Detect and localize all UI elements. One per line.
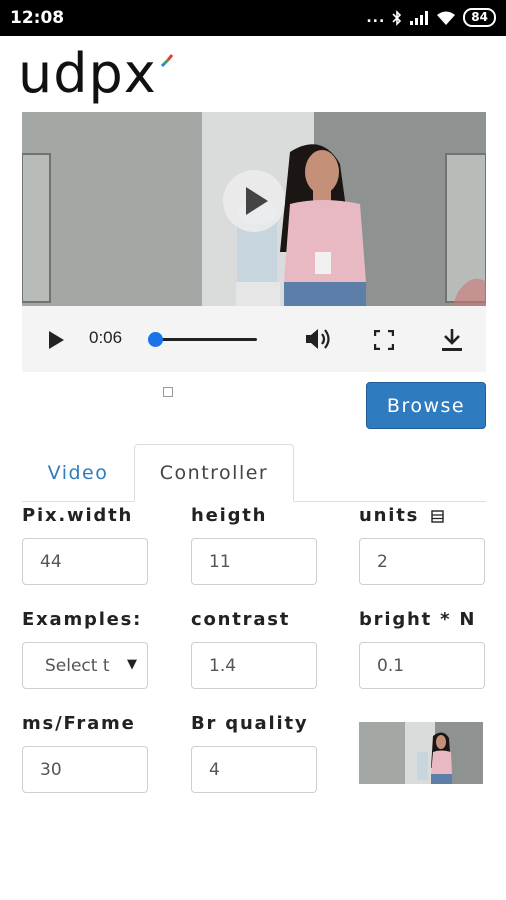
wifi-icon: [437, 11, 456, 25]
heigth-input[interactable]: 11: [191, 538, 317, 585]
examples-select[interactable]: Select t ▼: [22, 642, 148, 689]
contrast-label: contrast: [191, 609, 291, 630]
bright-label: bright * N: [359, 609, 477, 630]
status-time: 12:08: [10, 8, 65, 28]
pix-width-input[interactable]: 44: [22, 538, 148, 585]
download-icon[interactable]: [440, 328, 464, 352]
examples-label: Examples:: [22, 609, 143, 630]
video-thumbnail: [359, 722, 483, 784]
ms-frame-input[interactable]: 30: [22, 746, 148, 793]
fullscreen-icon[interactable]: [374, 330, 394, 350]
seek-handle[interactable]: [148, 332, 163, 347]
units-label: units: [359, 505, 444, 526]
heigth-label: heigth: [191, 505, 268, 526]
status-bar: 12:08 ... 84: [0, 0, 506, 36]
video-controls: 0:06: [22, 306, 486, 372]
more-dots: ...: [366, 9, 386, 26]
seek-bar[interactable]: [155, 338, 257, 341]
br-quality-input[interactable]: 4: [191, 746, 317, 793]
volume-icon[interactable]: [304, 326, 332, 352]
video-frame[interactable]: [22, 112, 486, 306]
app-logo: udpx: [18, 42, 174, 105]
play-overlay-icon[interactable]: [222, 169, 286, 233]
contrast-input[interactable]: 1.4: [191, 642, 317, 689]
thumbnail-image: [359, 722, 483, 784]
dropdown-arrow-icon: ▼: [127, 657, 137, 672]
current-time: 0:06: [89, 328, 123, 347]
pix-width-label: Pix.width: [22, 505, 134, 526]
bluetooth-icon: [392, 9, 402, 26]
status-icons: ... 84: [366, 8, 496, 27]
battery-icon: 84: [463, 8, 496, 27]
bright-input[interactable]: 0.1: [359, 642, 485, 689]
tab-video[interactable]: Video: [22, 444, 134, 502]
play-icon[interactable]: [46, 330, 66, 350]
signal-icon: [410, 10, 429, 25]
logo-text: udpx: [18, 42, 157, 105]
browse-button[interactable]: Browse: [366, 382, 486, 429]
small-checkbox[interactable]: [163, 387, 173, 397]
units-label-text: units: [359, 505, 420, 526]
ms-frame-label: ms/Frame: [22, 713, 136, 734]
examples-selected-value: Select t: [45, 656, 110, 676]
table-icon: [431, 509, 444, 523]
units-input[interactable]: 2: [359, 538, 485, 585]
br-quality-label: Br quality: [191, 713, 309, 734]
tab-controller[interactable]: Controller: [134, 444, 294, 502]
